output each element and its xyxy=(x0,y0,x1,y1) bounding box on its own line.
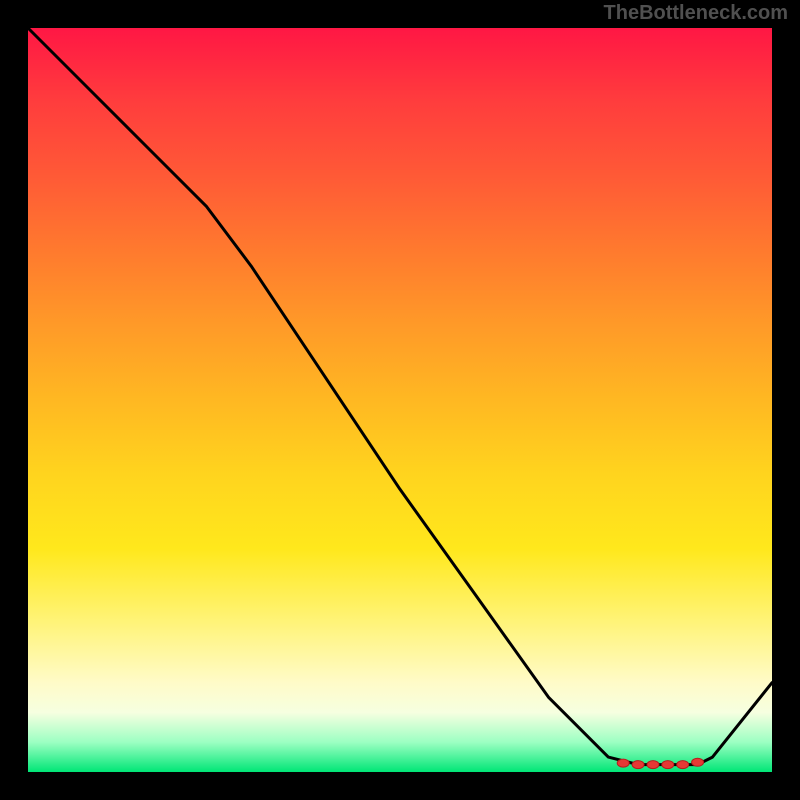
chart-marker xyxy=(677,761,689,769)
chart-plot-area xyxy=(28,28,772,772)
chart-marker xyxy=(662,761,674,769)
chart-marker xyxy=(692,758,704,766)
chart-marker xyxy=(647,761,659,769)
chart-marker xyxy=(617,759,629,767)
watermark-text: TheBottleneck.com xyxy=(604,2,788,25)
chart-marker xyxy=(632,761,644,769)
chart-line xyxy=(28,28,772,765)
chart-svg xyxy=(28,28,772,772)
